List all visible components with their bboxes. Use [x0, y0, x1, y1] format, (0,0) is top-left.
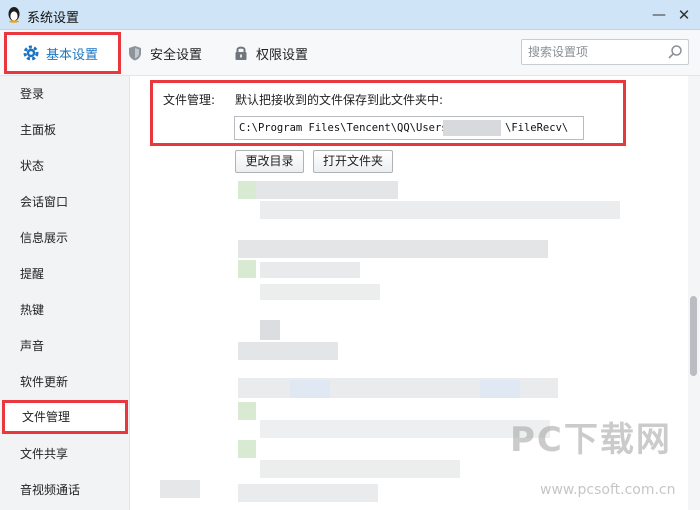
sidebar-item-file-sharing[interactable]: 文件共享	[0, 437, 130, 471]
change-directory-button[interactable]: 更改目录	[235, 150, 304, 173]
lock-icon	[235, 46, 247, 60]
save-path-prefix: C:\Program Files\Tencent\QQ\Users\	[239, 122, 454, 134]
sidebar-item-chat-window[interactable]: 会话窗口	[0, 185, 130, 219]
tab-security-label: 安全设置	[150, 47, 203, 63]
save-path-field[interactable]: C:\Program Files\Tencent\QQ\Users\ \File…	[234, 116, 584, 140]
tab-security-settings[interactable]: 安全设置	[126, 30, 202, 76]
sidebar-item-info-display[interactable]: 信息展示	[0, 221, 130, 255]
tab-basic-settings[interactable]: 基本设置	[4, 32, 121, 74]
redacted-username	[443, 120, 501, 136]
search-icon[interactable]	[667, 44, 683, 60]
open-folder-button[interactable]: 打开文件夹	[313, 150, 393, 173]
window-title: 系统设置	[27, 11, 80, 26]
close-button[interactable]: ✕	[675, 6, 693, 24]
sidebar-item-sound[interactable]: 声音	[0, 329, 130, 363]
title-bar: 系统设置 — ✕	[0, 0, 700, 30]
sidebar-item-software-update[interactable]: 软件更新	[0, 365, 130, 399]
file-management-label: 文件管理:	[163, 93, 216, 107]
sidebar-item-hotkeys[interactable]: 热键	[0, 293, 130, 327]
scrollbar-thumb[interactable]	[690, 296, 697, 376]
penguin-app-icon	[8, 7, 20, 23]
sidebar-item-status[interactable]: 状态	[0, 149, 130, 183]
sidebar-item-av-call[interactable]: 音视频通话	[0, 473, 130, 507]
tab-basic-label: 基本设置	[46, 47, 99, 63]
watermark-url: www.pcsoft.com.cn	[540, 482, 676, 498]
sidebar-item-main-panel[interactable]: 主面板	[0, 113, 130, 147]
watermark-brand: PC下载网	[510, 420, 672, 460]
gear-icon	[23, 45, 39, 61]
search-box[interactable]	[521, 39, 689, 65]
sidebar-item-reminders[interactable]: 提醒	[0, 257, 130, 291]
sidebar-item-login[interactable]: 登录	[0, 77, 130, 111]
watermark: PC下载网 www.pcsoft.com.cn	[510, 412, 695, 504]
tab-permission-settings[interactable]: 权限设置	[232, 30, 308, 76]
tab-permission-label: 权限设置	[256, 47, 309, 63]
search-input[interactable]	[522, 40, 652, 64]
settings-sidebar: 登录 主面板 状态 会话窗口 信息展示 提醒 热键 声音 软件更新 文件管理 文…	[0, 76, 130, 510]
minimize-button[interactable]: —	[650, 6, 668, 24]
save-path-suffix: \FileRecv\	[505, 122, 569, 134]
shield-icon	[129, 46, 141, 61]
sidebar-item-file-management[interactable]: 文件管理	[2, 400, 128, 434]
file-management-description: 默认把接收到的文件保存到此文件夹中:	[235, 93, 444, 107]
